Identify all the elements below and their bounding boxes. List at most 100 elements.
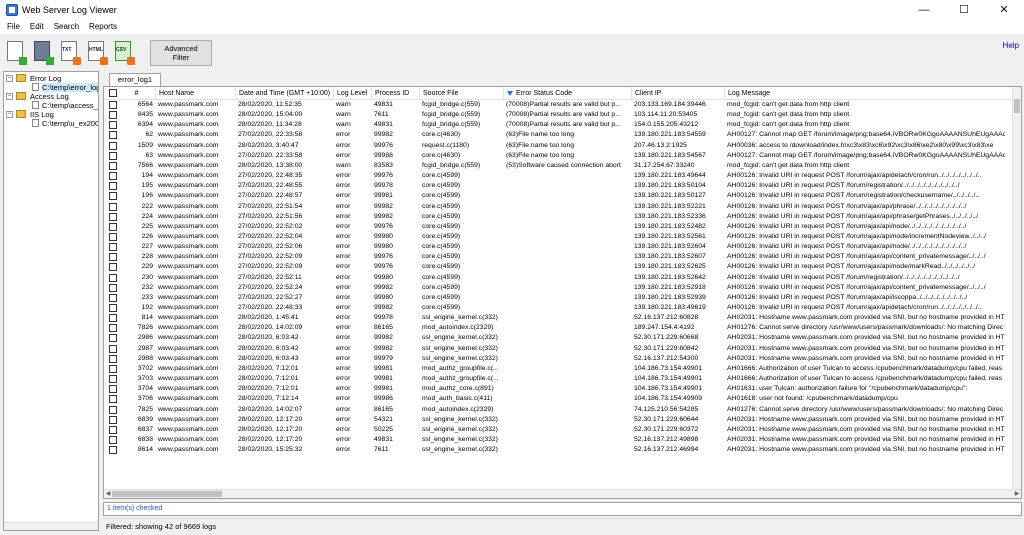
table-row[interactable]: 6394 www.passmark.com 28/02/2020, 11:34:28…: [104, 120, 1021, 130]
select-all-checkbox[interactable]: [109, 89, 117, 97]
col-log-message-header[interactable]: Log Message: [725, 87, 1015, 100]
table-row[interactable]: 2986 www.passmark.com 28/02/2020, 6:03:42 e…: [104, 333, 1021, 343]
row-checkbox[interactable]: [109, 253, 117, 262]
row-checkbox[interactable]: [109, 283, 117, 292]
row-checkbox[interactable]: [109, 314, 117, 323]
row-checkbox[interactable]: [109, 375, 117, 384]
scroll-right-icon[interactable]: ▶: [1013, 490, 1021, 498]
row-checkbox[interactable]: [109, 395, 117, 404]
table-row[interactable]: 194 www.passmark.com 27/02/2020, 22:48:35 e…: [104, 171, 1021, 181]
maximize-button[interactable]: ☐: [944, 0, 984, 19]
tab-error-log1[interactable]: error_log1: [109, 73, 161, 86]
table-row[interactable]: 3702 www.passmark.com 28/02/2020, 7:12:01 e…: [104, 364, 1021, 374]
table-row[interactable]: 6839 www.passmark.com 28/02/2020, 12:17:20…: [104, 415, 1021, 425]
row-checkbox[interactable]: [109, 111, 117, 120]
row-checkbox[interactable]: [109, 212, 117, 221]
row-checkbox[interactable]: [109, 425, 117, 434]
row-checkbox[interactable]: [109, 354, 117, 363]
row-checkbox[interactable]: [109, 385, 117, 394]
row-checkbox[interactable]: [109, 364, 117, 373]
col-log-level-header[interactable]: Log Level: [334, 87, 372, 100]
col-error-status-code-header[interactable]: Error Status Code: [504, 87, 632, 100]
vertical-scrollbar[interactable]: [1012, 87, 1021, 491]
table-row[interactable]: 6564 www.passmark.com 28/02/2020, 11:52:35…: [104, 100, 1021, 110]
table-row[interactable]: 7826 www.passmark.com 28/02/2020, 14:02:09…: [104, 323, 1021, 333]
menu-edit[interactable]: Edit: [25, 22, 49, 31]
table-row[interactable]: 6838 www.passmark.com 28/02/2020, 12:17:20…: [104, 435, 1021, 445]
open-log-icon[interactable]: [5, 40, 27, 65]
row-checkbox[interactable]: [109, 263, 117, 272]
table-row[interactable]: 3703 www.passmark.com 28/02/2020, 7:12:01 e…: [104, 374, 1021, 384]
export-html-icon[interactable]: HTML: [86, 40, 108, 65]
table-row[interactable]: 192 www.passmark.com 27/02/2020, 22:48:33 e…: [104, 303, 1021, 313]
minimize-button[interactable]: —: [904, 0, 944, 19]
row-checkbox[interactable]: [109, 182, 117, 191]
row-checkbox[interactable]: [109, 415, 117, 424]
col-number-header[interactable]: #: [118, 87, 156, 100]
table-row[interactable]: 63 www.passmark.com 27/02/2020, 22:33:58 er…: [104, 151, 1021, 161]
table-row[interactable]: 6837 www.passmark.com 28/02/2020, 12:17:20…: [104, 425, 1021, 435]
table-row[interactable]: 230 www.passmark.com 27/02/2020, 22:52:11 e…: [104, 273, 1021, 283]
row-checkbox[interactable]: [109, 324, 117, 333]
table-row[interactable]: 7825 www.passmark.com 28/02/2020, 14:02:07…: [104, 405, 1021, 415]
table-row[interactable]: 229 www.passmark.com 27/02/2020, 22:52:09 e…: [104, 262, 1021, 272]
collapse-icon[interactable]: −: [6, 111, 13, 118]
table-row[interactable]: 227 www.passmark.com 27/02/2020, 22:52:06 e…: [104, 242, 1021, 252]
table-row[interactable]: 224 www.passmark.com 27/02/2020, 22:51:56 e…: [104, 212, 1021, 222]
table-row[interactable]: 814 www.passmark.com 28/02/2020, 1:45:41 er…: [104, 313, 1021, 323]
filter-icon[interactable]: [507, 90, 513, 96]
col-process-id-header[interactable]: Process ID: [372, 87, 420, 100]
table-row[interactable]: 196 www.passmark.com 27/02/2020, 22:48:57 e…: [104, 191, 1021, 201]
table-row[interactable]: 2988 www.passmark.com 28/02/2020, 6:03:43 e…: [104, 354, 1021, 364]
menu-search[interactable]: Search: [49, 22, 84, 31]
scroll-left-icon[interactable]: ◀: [104, 490, 112, 498]
close-button[interactable]: ✕: [984, 0, 1024, 19]
row-checkbox[interactable]: [109, 334, 117, 343]
table-row[interactable]: 233 www.passmark.com 27/02/2020, 22:52:27 e…: [104, 293, 1021, 303]
row-checkbox[interactable]: [109, 344, 117, 353]
row-checkbox[interactable]: [109, 172, 117, 181]
row-checkbox[interactable]: [109, 222, 117, 231]
table-row[interactable]: 222 www.passmark.com 27/02/2020, 22:51:54 e…: [104, 202, 1021, 212]
database-icon[interactable]: [32, 40, 54, 65]
advanced-filter-button[interactable]: Advanced Filter: [150, 40, 212, 66]
tree-folder[interactable]: − IIS Log: [4, 110, 98, 119]
table-row[interactable]: 232 www.passmark.com 27/02/2020, 22:52:24 e…: [104, 283, 1021, 293]
col-source-file-header[interactable]: Source File: [420, 87, 504, 100]
row-checkbox[interactable]: [109, 202, 117, 211]
row-checkbox[interactable]: [109, 121, 117, 130]
export-csv-icon[interactable]: CSV: [113, 40, 135, 65]
row-checkbox[interactable]: [109, 192, 117, 201]
table-row[interactable]: 8435 www.passmark.com 28/02/2020, 15:04:00…: [104, 110, 1021, 120]
menu-file[interactable]: File: [2, 22, 25, 31]
collapse-icon[interactable]: −: [6, 93, 13, 100]
col-client-ip-header[interactable]: Client IP: [632, 87, 725, 100]
table-row[interactable]: 225 www.passmark.com 27/02/2020, 22:52:02 e…: [104, 222, 1021, 232]
col-date-time-header[interactable]: Date and Time (GMT +10:00): [236, 87, 334, 100]
menu-reports[interactable]: Reports: [84, 22, 122, 31]
table-row[interactable]: 3706 www.passmark.com 28/02/2020, 7:12:14 e…: [104, 394, 1021, 404]
tree-horizontal-scrollbar[interactable]: [4, 522, 98, 530]
row-checkbox[interactable]: [109, 151, 117, 160]
table-row[interactable]: 2987 www.passmark.com 28/02/2020, 6:03:42 e…: [104, 344, 1021, 354]
row-checkbox[interactable]: [109, 232, 117, 241]
table-row[interactable]: 228 www.passmark.com 27/02/2020, 22:52:09 e…: [104, 252, 1021, 262]
horizontal-scrollbar[interactable]: ◀ ▶: [104, 489, 1021, 498]
row-checkbox[interactable]: [109, 405, 117, 414]
row-checkbox[interactable]: [109, 141, 117, 150]
tree-file[interactable]: C:\temp\access_lo: [4, 101, 98, 110]
row-checkbox[interactable]: [109, 273, 117, 282]
table-row[interactable]: 62 www.passmark.com 27/02/2020, 22:33:58 er…: [104, 130, 1021, 140]
table-row[interactable]: 1509 www.passmark.com 28/02/2020, 3:40:47 e…: [104, 141, 1021, 151]
tree-folder[interactable]: − Access Log: [4, 92, 98, 101]
help-link[interactable]: Help: [1003, 41, 1019, 50]
table-row[interactable]: 8614 www.passmark.com 28/02/2020, 15:25:32…: [104, 445, 1021, 455]
row-checkbox[interactable]: [109, 293, 117, 302]
tree-file[interactable]: C:\temp\u_ex2003: [4, 119, 98, 128]
row-checkbox[interactable]: [109, 304, 117, 312]
tree-folder[interactable]: − Error Log: [4, 74, 98, 83]
row-checkbox[interactable]: [109, 435, 117, 444]
table-row[interactable]: 226 www.passmark.com 27/02/2020, 22:52:04 e…: [104, 232, 1021, 242]
table-row[interactable]: 195 www.passmark.com 27/02/2020, 22:48:55 e…: [104, 181, 1021, 191]
export-txt-icon[interactable]: TXT: [59, 40, 81, 65]
